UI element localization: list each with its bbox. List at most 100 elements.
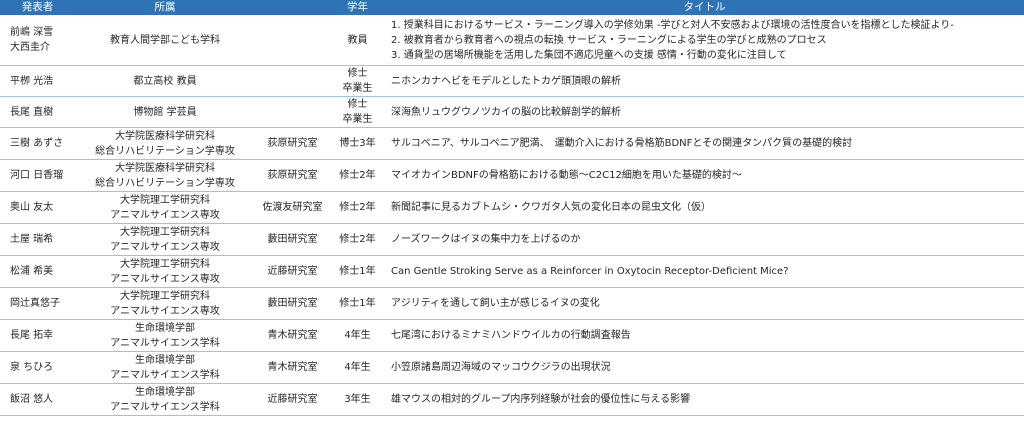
- lab-cell: [255, 65, 330, 97]
- presenter-cell: 岡辻真悠子: [0, 287, 75, 320]
- affiliation-cell: 生命環境学部 アニマルサイエンス学科: [75, 383, 255, 416]
- table-row: 土屋 瑞希 大学院理工学研究科 アニマルサイエンス専攻 藪田研究室 修士2年 ノ…: [0, 223, 1024, 256]
- affiliation-cell: 大学院医療科学研究科 総合リハビリテーション学専攻: [75, 127, 255, 160]
- affiliation-cell: 生命環境学部 アニマルサイエンス学科: [75, 319, 255, 352]
- table-row: 河口 日香瑠 大学院医療科学研究科 総合リハビリテーション学専攻 荻原研究室 修…: [0, 159, 1024, 192]
- lab-cell: 藪田研究室: [255, 287, 330, 320]
- affiliation-line: アニマルサイエンス学科: [110, 369, 220, 381]
- table-row: 松浦 希美 大学院理工学研究科 アニマルサイエンス専攻 近藤研究室 修士1年 C…: [0, 255, 1024, 288]
- table-row: 三樹 あずさ 大学院医療科学研究科 総合リハビリテーション学専攻 荻原研究室 博…: [0, 127, 1024, 160]
- title-line: ニホンカナヘビをモデルとしたトカゲ頭頂眼の解析: [391, 75, 621, 87]
- year-line: 修士2年: [339, 234, 376, 245]
- affiliation-line: 総合リハビリテーション学専攻: [95, 177, 235, 189]
- affiliation-line: 総合リハビリテーション学専攻: [95, 145, 235, 157]
- year-cell: 修士1年: [330, 287, 385, 320]
- affiliation-cell: 生命環境学部 アニマルサイエンス学科: [75, 351, 255, 384]
- presenter-cell: 三樹 あずさ: [0, 127, 75, 160]
- title-cell: 1. 授業科目におけるサービス・ラーニング導入の学修効果 -学びと対人不安感およ…: [385, 15, 1024, 66]
- year-line: 卒業生: [342, 83, 373, 94]
- presenter-name: 土屋 瑞希: [10, 234, 54, 245]
- title-line: マイオカインBDNFの骨格筋における動態〜C2C12細胞を用いた基礎的検討〜: [391, 170, 742, 181]
- affiliation-line: アニマルサイエンス専攻: [110, 273, 220, 285]
- lab-cell: 青木研究室: [255, 319, 330, 352]
- title-cell: 新聞記事に見るカブトムシ・クワガタ人気の変化日本の昆虫文化（仮）: [385, 191, 1024, 224]
- title-line: アジリティを通して飼い主が感じるイヌの変化: [391, 298, 600, 309]
- presenter-name: 飯沼 悠人: [10, 394, 54, 405]
- affiliation-line: 大学院理工学研究科: [120, 194, 210, 206]
- year-cell: 博士3年: [330, 127, 385, 160]
- presenter-name: 河口 日香瑠: [10, 170, 64, 181]
- presenter-cell: 河口 日香瑠: [0, 159, 75, 192]
- affiliation-cell: 大学院理工学研究科 アニマルサイエンス専攻: [75, 191, 255, 224]
- title-line: 小笠原諸島周辺海域のマッコウクジラの出現状況: [391, 362, 611, 373]
- year-line: 卒業生: [342, 114, 373, 125]
- header-title: タイトル: [385, 0, 1024, 15]
- affiliation-cell: 大学院医療科学研究科 総合リハビリテーション学専攻: [75, 159, 255, 192]
- lab-cell: 近藤研究室: [255, 255, 330, 288]
- year-cell: 4年生: [330, 319, 385, 352]
- table-row: 前嶋 深雪 大西圭介 教育人間学部こども学科 教員 1. 授業科目におけるサービ…: [0, 15, 1024, 66]
- affiliation-cell: 大学院理工学研究科 アニマルサイエンス専攻: [75, 287, 255, 320]
- presenter-name: 泉 ちひろ: [10, 362, 54, 373]
- affiliation-line: 都立高校 教員: [133, 75, 197, 87]
- title-cell: 雄マウスの相対的グループ内序列経験が社会的優位性に与える影響: [385, 383, 1024, 416]
- title-cell: 小笠原諸島周辺海域のマッコウクジラの出現状況: [385, 351, 1024, 384]
- presenter-name: 大西圭介: [10, 42, 50, 53]
- affiliation-line: 生命環境学部: [135, 322, 195, 334]
- title-cell: 深海魚リュウグウノツカイの脳の比較解剖学的解析: [385, 96, 1024, 128]
- presentation-schedule-table: 発表者 所属 学年 タイトル 前嶋 深雪 大西圭介 教育人間学部こども学科 教員…: [0, 0, 1024, 416]
- affiliation-line: アニマルサイエンス専攻: [110, 209, 220, 221]
- title-line: 2. 被教育者から教育者への視点の転換 サービス・ラーニングによる学生の学びと成…: [391, 34, 827, 46]
- lab-cell: 青木研究室: [255, 351, 330, 384]
- affiliation-cell: 都立高校 教員: [75, 65, 255, 97]
- year-cell: 修士 卒業生: [330, 96, 385, 128]
- title-line: サルコペニア、サルコペニア肥満、 運動介入における骨格筋BDNFとその関連タンパ…: [391, 138, 853, 149]
- title-cell: 七尾湾におけるミナミハンドウイルカの行動調査報告: [385, 319, 1024, 352]
- year-line: 修士: [347, 68, 368, 79]
- affiliation-line: 博物館 学芸員: [133, 106, 197, 118]
- affiliation-line: 生命環境学部: [135, 354, 195, 366]
- year-cell: 修士2年: [330, 159, 385, 192]
- table-header-row: 発表者 所属 学年 タイトル: [0, 0, 1024, 15]
- affiliation-line: 大学院理工学研究科: [120, 226, 210, 238]
- title-cell: マイオカインBDNFの骨格筋における動態〜C2C12細胞を用いた基礎的検討〜: [385, 159, 1024, 192]
- year-line: 博士3年: [339, 138, 376, 149]
- title-cell: ニホンカナヘビをモデルとしたトカゲ頭頂眼の解析: [385, 65, 1024, 97]
- presenter-cell: 長尾 拓幸: [0, 319, 75, 352]
- title-line: 新聞記事に見るカブトムシ・クワガタ人気の変化日本の昆虫文化（仮）: [391, 202, 711, 213]
- presenter-name: 長尾 直樹: [10, 106, 54, 118]
- affiliation-line: 生命環境学部: [135, 386, 195, 398]
- title-line: 七尾湾におけるミナミハンドウイルカの行動調査報告: [391, 330, 631, 341]
- title-line: 1. 授業科目におけるサービス・ラーニング導入の学修効果 -学びと対人不安感およ…: [391, 19, 954, 31]
- year-line: 4年生: [344, 362, 371, 373]
- affiliation-line: 大学院理工学研究科: [120, 290, 210, 302]
- presenter-name: 三樹 あずさ: [10, 138, 64, 149]
- title-line: 3. 通貨型の居場所機能を活用した集団不適応児童への支援 感情・行動の変化に注目…: [391, 49, 787, 61]
- presenter-cell: 松浦 希美: [0, 255, 75, 288]
- presenter-name: 前嶋 深雪: [10, 27, 54, 38]
- title-line: 雄マウスの相対的グループ内序列経験が社会的優位性に与える影響: [391, 394, 691, 405]
- affiliation-cell: 教育人間学部こども学科: [75, 15, 255, 66]
- title-cell: サルコペニア、サルコペニア肥満、 運動介入における骨格筋BDNFとその関連タンパ…: [385, 127, 1024, 160]
- lab-cell: 近藤研究室: [255, 383, 330, 416]
- presenter-name: 奥山 友太: [10, 202, 54, 213]
- affiliation-cell: 大学院理工学研究科 アニマルサイエンス専攻: [75, 223, 255, 256]
- year-cell: 修士2年: [330, 223, 385, 256]
- presenter-name: 松浦 希美: [10, 266, 54, 277]
- title-cell: ノーズワークはイヌの集中力を上げるのか: [385, 223, 1024, 256]
- header-presenter: 発表者: [0, 0, 75, 15]
- table-row: 長尾 直樹 博物館 学芸員 修士 卒業生 深海魚リュウグウノツカイの脳の比較解剖…: [0, 96, 1024, 128]
- lab-cell: 荻原研究室: [255, 159, 330, 192]
- header-affiliation: 所属: [75, 0, 255, 15]
- year-line: 3年生: [344, 394, 371, 405]
- lab-cell: [255, 15, 330, 66]
- affiliation-line: 大学院理工学研究科: [120, 258, 210, 270]
- year-cell: 3年生: [330, 383, 385, 416]
- presenter-cell: 奥山 友太: [0, 191, 75, 224]
- lab-cell: [255, 96, 330, 128]
- year-line: 修士1年: [339, 266, 376, 277]
- presenter-name: 長尾 拓幸: [10, 330, 54, 341]
- affiliation-cell: 博物館 学芸員: [75, 96, 255, 128]
- affiliation-line: 大学院医療科学研究科: [115, 162, 215, 174]
- title-line: 深海魚リュウグウノツカイの脳の比較解剖学的解析: [391, 106, 621, 118]
